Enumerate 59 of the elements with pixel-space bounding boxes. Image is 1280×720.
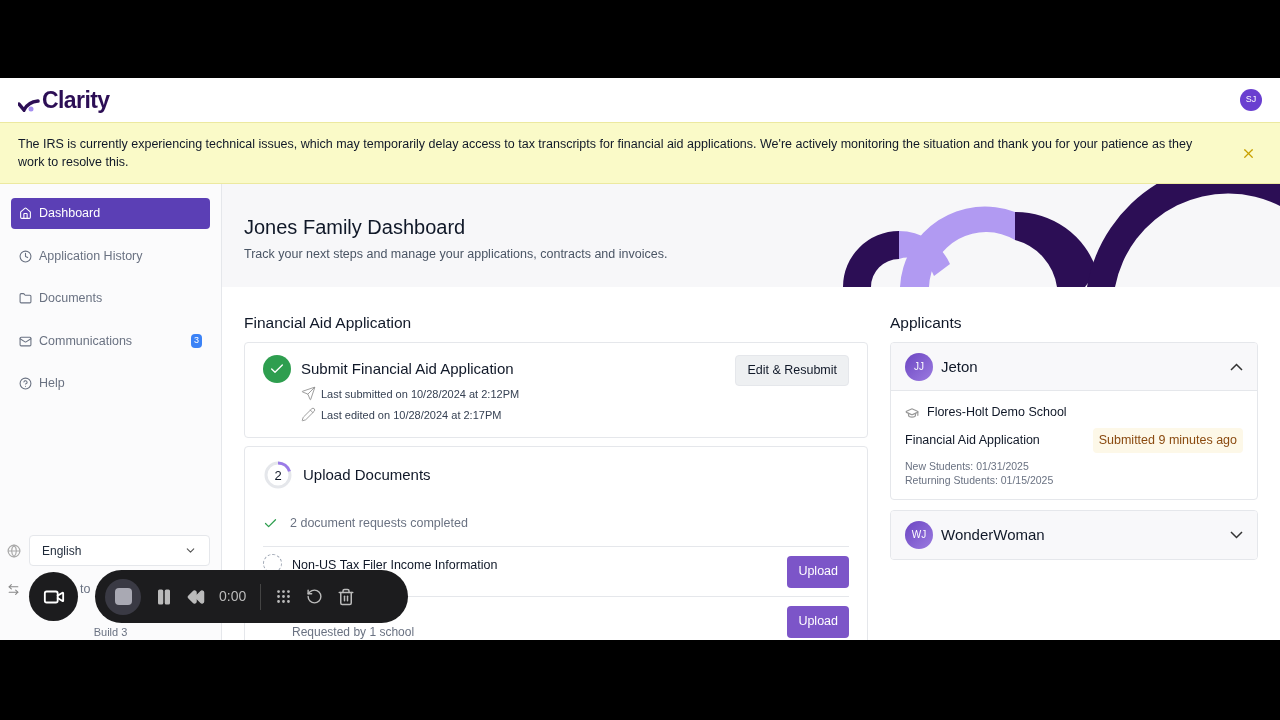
step-detail: Last edited on 10/28/2024 at 2:17PM [321,407,502,423]
stop-button[interactable] [105,578,141,615]
chevron-up-icon [1230,362,1243,371]
request-subtitle: Requested by 1 school [292,623,415,640]
pencil-icon [301,407,316,423]
deadline-text: New Students: 01/31/2025 [905,458,1030,473]
grid-button[interactable] [275,588,293,605]
folder-icon [19,292,32,305]
count-badge: 3 [191,334,202,348]
school-name: Flores-Holt Demo School [927,404,1067,422]
logo-check-icon [18,97,40,112]
progress-ring [263,460,293,491]
nav-item[interactable]: Documents [11,283,210,314]
pause-button[interactable] [155,587,173,606]
build-version: Build 3 [93,625,128,639]
graduation-cap-icon [905,405,919,420]
page-subtitle: Track your next steps and manage your applications, contracts and invoices. [244,245,668,263]
section-heading: Financial Aid Application [244,313,413,333]
user-avatar[interactable]: SJ [1240,89,1262,111]
deadline-text: Returning Students: 01/15/2025 [905,472,1055,487]
applicant-name: WonderWoman [941,524,1045,545]
globe-icon [7,543,21,558]
page-title: Jones Family Dashboard [244,214,467,240]
mail-icon [19,334,32,348]
request-title: Non-US Tax Filer Income Information [292,556,498,574]
restart-button[interactable] [306,588,324,605]
recording-time: 0:00 [219,587,247,606]
avatar: WJ [905,520,933,549]
upload-button[interactable]: Upload [787,555,849,588]
switch-link[interactable]: to [80,579,91,599]
nav-item[interactable]: Communications 3 [11,325,210,357]
application-name: Financial Aid Application [905,432,1040,449]
applicant-header[interactable]: JJ Jeton [891,343,1257,392]
check-icon [263,355,291,384]
clock-icon [19,249,32,263]
applicant-header[interactable]: WJ WonderWoman [891,510,1257,559]
nav-item[interactable]: Application History [11,240,210,272]
avatar: JJ [905,352,933,381]
delete-button[interactable] [337,587,356,606]
step-title: Submit Financial Aid Application [301,359,515,380]
help-icon [19,377,32,390]
applicant-name: Jeton [941,356,978,377]
upload-button[interactable]: Upload [787,605,849,638]
switch-icon [7,582,20,596]
home-icon [19,207,32,220]
language-select[interactable]: English [29,535,210,566]
section-heading: Applicants [890,313,963,333]
step-title: Upload Documents [303,465,431,485]
chevron-down-icon [1230,530,1243,539]
status-badge: Submitted 9 minutes ago [1092,428,1243,453]
rewind-button[interactable] [187,587,205,606]
step-detail: Last submitted on 10/28/2024 at 2:12PM [321,386,520,402]
send-icon [301,386,316,402]
logo[interactable]: Clarity [18,88,110,112]
alert-message: The IRS is currently experiencing technical issues, which may temporarily delay access to tax transcripts for financial aid applications. We're actively monitoring the situation and thank you for your patience as they work to resolve this. [18,136,1194,171]
nav-item[interactable]: Dashboard [11,198,210,229]
nav-item[interactable]: Help [11,368,210,399]
edit-resubmit-button[interactable]: Edit & Resubmit [735,355,849,387]
completed-note: 2 document requests completed [290,514,468,532]
